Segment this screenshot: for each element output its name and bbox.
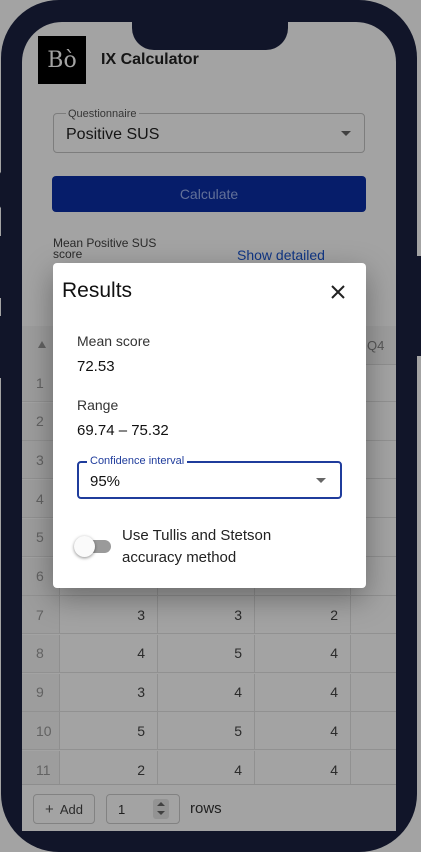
chevron-down-icon <box>316 478 326 483</box>
confidence-interval-value: 95% <box>90 473 121 490</box>
mean-score-heading: Mean score <box>77 333 151 349</box>
range-value: 69.74 – 75.32 <box>77 422 169 439</box>
toggle-thumb[interactable] <box>74 536 95 557</box>
dialog-title: Results <box>62 279 133 302</box>
mean-score-value: 72.53 <box>77 358 115 375</box>
accuracy-toggle-label: Use Tullis and Stetson accuracy method <box>122 527 272 566</box>
confidence-interval-label: Confidence interval <box>87 455 188 467</box>
close-icon[interactable] <box>325 279 351 305</box>
range-heading: Range <box>77 397 119 413</box>
results-dialog: Results Mean score 72.53 Range 69.74 – 7… <box>53 263 366 588</box>
